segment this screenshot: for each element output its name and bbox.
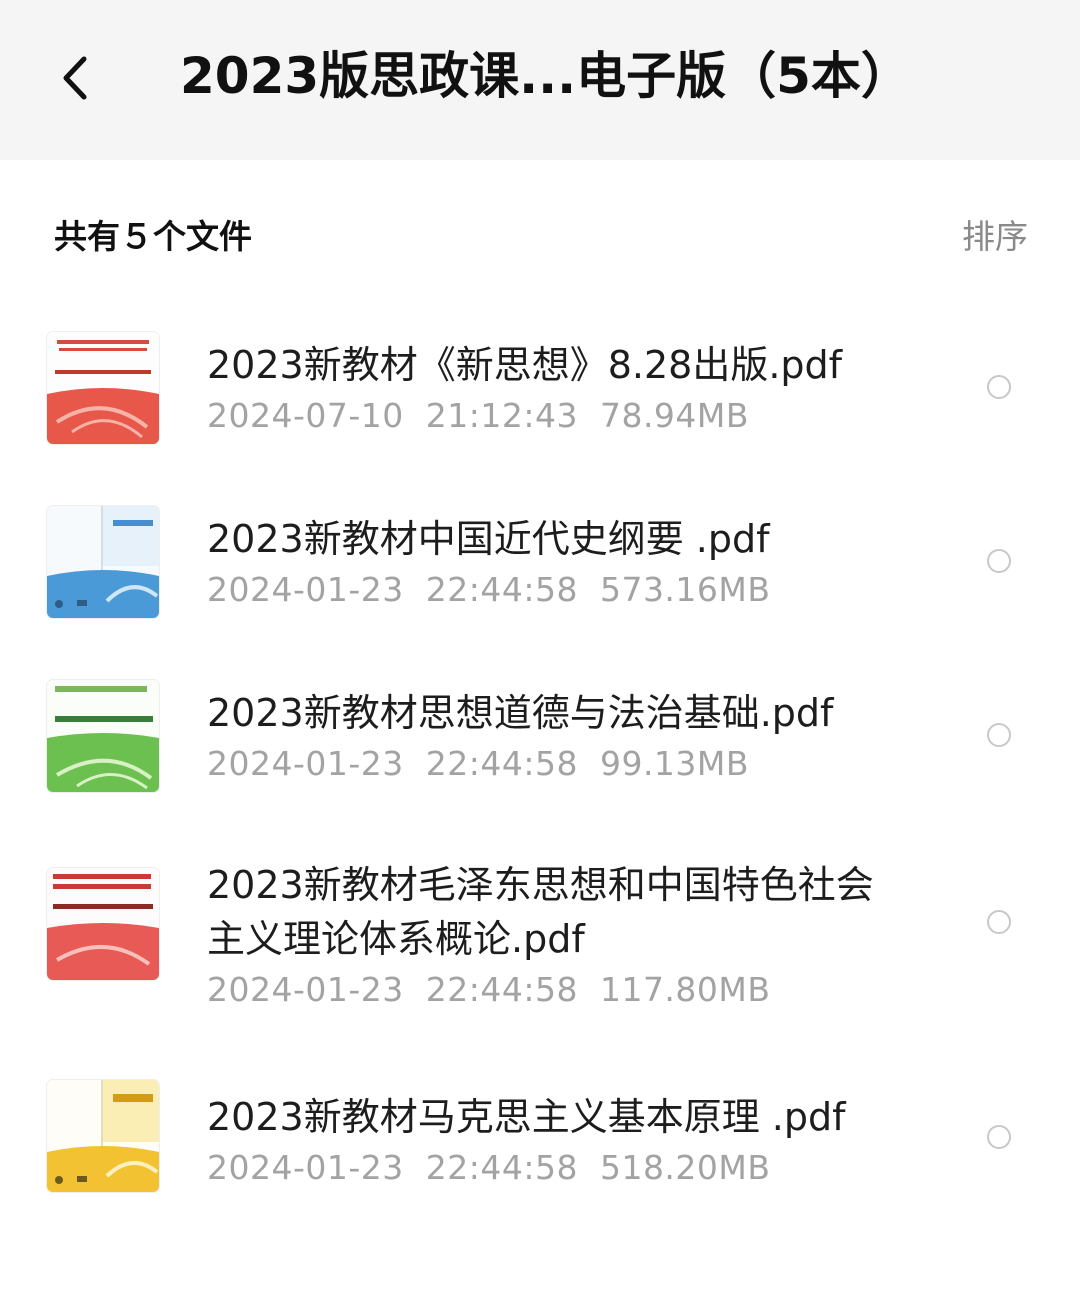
file-thumbnail (47, 332, 159, 444)
file-thumbnail (47, 680, 159, 792)
file-count-label: 共有５个文件 (54, 217, 252, 256)
file-thumbnail (47, 506, 159, 618)
list-toolbar: 共有５个文件 排序 (0, 160, 1080, 300)
page-title: 2023版思政课...电子版（5本） (180, 47, 911, 105)
file-meta: 2024-01-23 22:44:58 573.16MB (207, 570, 771, 609)
select-radio[interactable] (987, 723, 1011, 747)
file-name: 2023新教材《新思想》8.28出版.pdf (207, 343, 843, 387)
select-radio[interactable] (987, 1125, 1011, 1149)
file-name: 2023新教材中国近代史纲要 .pdf (207, 517, 770, 561)
select-radio[interactable] (987, 549, 1011, 573)
select-radio[interactable] (987, 910, 1011, 934)
file-meta: 2024-01-23 22:44:58 518.20MB (207, 1148, 771, 1187)
chevron-left-icon (63, 56, 87, 100)
back-button[interactable] (40, 38, 110, 118)
file-thumbnail (47, 1080, 159, 1192)
file-meta: 2024-01-23 22:44:58 99.13MB (207, 744, 750, 783)
file-thumbnail (47, 868, 159, 980)
sort-button[interactable]: 排序 (962, 210, 1028, 258)
file-name: 2023新教材思想道德与法治基础.pdf (207, 691, 834, 735)
file-name: 2023新教材毛泽东思想和中国特色社会主义理论体系概论.pdf (207, 863, 874, 961)
file-name: 2023新教材马克思主义基本原理 .pdf (207, 1095, 846, 1139)
select-radio[interactable] (987, 375, 1011, 399)
top-bar: 2023版思政课...电子版（5本） (0, 0, 1080, 160)
file-meta: 2024-07-10 21:12:43 78.94MB (207, 396, 750, 435)
file-meta: 2024-01-23 22:44:58 117.80MB (207, 970, 771, 1009)
